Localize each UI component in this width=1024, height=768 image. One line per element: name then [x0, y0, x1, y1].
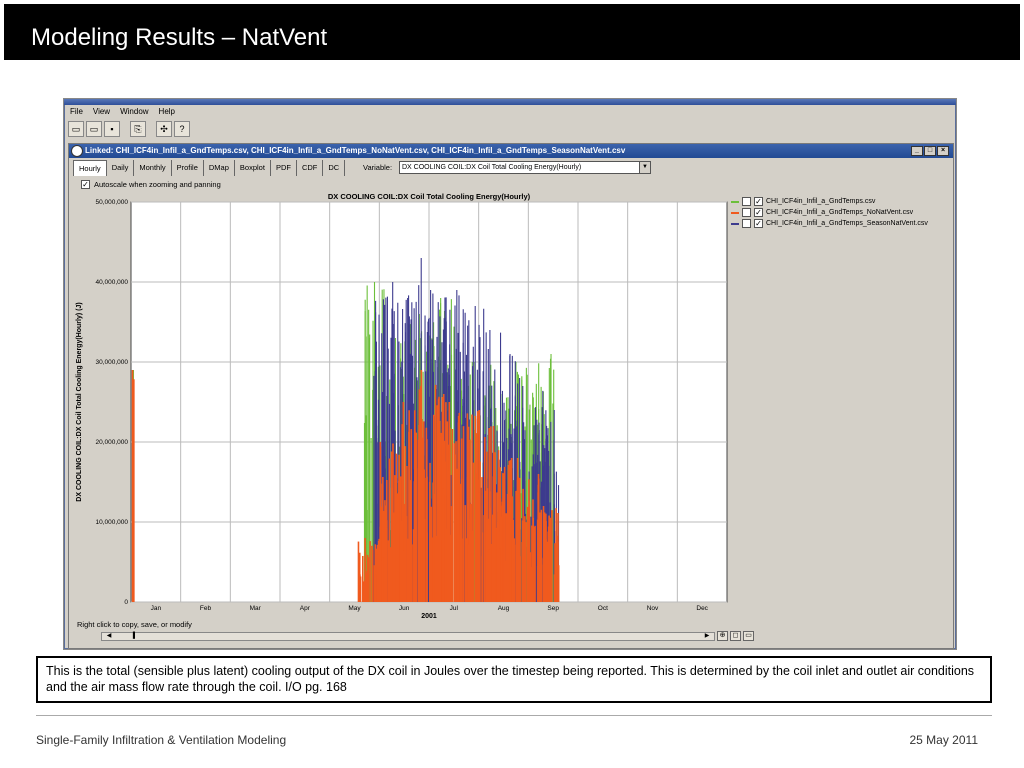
menu-view[interactable]: View	[93, 105, 110, 119]
tab-cdf[interactable]: CDF	[297, 160, 324, 176]
tab-daily[interactable]: Daily	[107, 160, 135, 176]
x-tick-label: Feb	[200, 605, 212, 612]
x-tick-label: Jul	[450, 605, 459, 612]
legend-checkbox[interactable]: ✓	[754, 197, 763, 206]
legend-swatch	[731, 211, 739, 214]
chart-title: DX COOLING COIL:DX Coil Total Cooling En…	[328, 192, 531, 201]
cursor-icon[interactable]: ✣	[156, 121, 172, 137]
zoom-box-icon[interactable]: ◻	[730, 631, 741, 641]
chart-legend: ✓ CHI_ICF4in_Infil_a_GndTemps.csv ✓ CHI_…	[731, 196, 928, 229]
zoom-reset-icon[interactable]: ▭	[743, 631, 754, 641]
legend-visible-checkbox[interactable]	[742, 219, 751, 228]
save-icon[interactable]: ▪	[104, 121, 120, 137]
y-tick-label: 30,000,000	[95, 359, 128, 366]
x-tick-label: Apr	[300, 605, 311, 612]
footer-divider	[36, 715, 992, 716]
x-tick-label: Mar	[250, 605, 262, 612]
y-tick-label: 50,000,000	[95, 199, 128, 206]
status-text: Right click to copy, save, or modify	[77, 620, 192, 629]
y-tick-label: 10,000,000	[95, 519, 128, 526]
tab-hourly[interactable]: Hourly	[73, 160, 107, 176]
autoscale-label: Autoscale when zooming and panning	[94, 180, 221, 189]
slide: Modeling Results – NatVent File View Win…	[0, 0, 1024, 768]
open-linked-icon[interactable]: ▭	[86, 121, 102, 137]
legend-item[interactable]: ✓ CHI_ICF4in_Infil_a_GndTemps.csv	[731, 196, 928, 207]
y-tick-label: 20,000,000	[95, 439, 128, 446]
chart-window: Linked: CHI_ICF4in_Infil_a_GndTemps.csv,…	[68, 143, 954, 649]
y-tick-label: 0	[124, 599, 128, 606]
slide-title: Modeling Results – NatVent	[31, 24, 328, 51]
legend-swatch	[731, 200, 739, 203]
caption-box: This is the total (sensible plus latent)…	[36, 656, 992, 703]
x-tick-label: May	[348, 605, 361, 612]
zoom-tools: ⊕ ◻ ▭	[717, 631, 754, 641]
scroll-right-icon[interactable]: ▶	[702, 633, 712, 640]
chevron-down-icon[interactable]: ▼	[639, 162, 650, 173]
x-tick-label: Jun	[399, 605, 410, 612]
x-tick-label: Nov	[647, 605, 659, 612]
zoom-icon[interactable]: ⊕	[717, 631, 728, 641]
menu-window[interactable]: Window	[120, 105, 148, 119]
legend-checkbox[interactable]: ✓	[754, 219, 763, 228]
chart-window-title: Linked: CHI_ICF4in_Infil_a_GndTemps.csv,…	[69, 144, 953, 158]
legend-label: CHI_ICF4in_Infil_a_GndTemps_SeasonNatVen…	[766, 220, 928, 227]
legend-swatch	[731, 222, 739, 225]
horizontal-scrollbar[interactable]: ◀ ▌ ▶	[101, 632, 715, 641]
tab-profile[interactable]: Profile	[172, 160, 204, 176]
app-title-bar	[64, 99, 956, 105]
x-tick-label: Dec	[696, 605, 708, 612]
x-tick-label: Aug	[498, 605, 510, 612]
slide-title-bar: Modeling Results – NatVent	[4, 4, 1020, 60]
minimize-button[interactable]: _	[911, 146, 923, 156]
menu-bar: File View Window Help	[66, 105, 175, 119]
close-button[interactable]: ×	[937, 146, 949, 156]
footer-left: Single-Family Infiltration & Ventilation…	[36, 733, 287, 747]
variable-label: Variable:	[363, 163, 393, 172]
autoscale-option: ✓ Autoscale when zooming and panning	[81, 180, 221, 189]
toolbar: ▭ ▭ ▪ ⎘ ✣ ?	[68, 121, 190, 139]
variable-select[interactable]: DX COOLING COIL:DX Coil Total Cooling En…	[399, 161, 651, 174]
chart[interactable]: 0 10,000,000 20,000,000 30,000,000 40,000,00…	[69, 190, 953, 618]
tab-dmap[interactable]: DMap	[204, 160, 235, 176]
y-tick-label: 40,000,000	[95, 279, 128, 286]
view-tabs: Hourly Daily Monthly Profile DMap Boxplo…	[73, 160, 346, 176]
y-axis-label: DX COOLING COIL:DX Coil Total Cooling En…	[76, 302, 83, 501]
legend-label: CHI_ICF4in_Infil_a_GndTemps.csv	[766, 198, 876, 205]
app-icon	[71, 145, 83, 157]
footer-date: 25 May 2011	[909, 733, 979, 747]
x-tick-label: Oct	[598, 605, 608, 612]
app-window: File View Window Help ▭ ▭ ▪ ⎘ ✣ ? Linked…	[63, 98, 957, 650]
legend-item[interactable]: ✓ CHI_ICF4in_Infil_a_GndTemps_SeasonNatV…	[731, 218, 928, 229]
chart-window-title-text: Linked: CHI_ICF4in_Infil_a_GndTemps.csv,…	[85, 146, 626, 155]
scroll-thumb-icon[interactable]: ▌	[130, 633, 140, 640]
scroll-left-icon[interactable]: ◀	[104, 633, 114, 640]
window-buttons: _ □ ×	[911, 146, 949, 156]
tab-dc[interactable]: DC	[323, 160, 346, 176]
legend-visible-checkbox[interactable]	[742, 208, 751, 217]
maximize-button[interactable]: □	[924, 146, 936, 156]
help-icon[interactable]: ?	[174, 121, 190, 137]
tab-monthly[interactable]: Monthly	[134, 160, 172, 176]
autoscale-checkbox[interactable]: ✓	[81, 180, 90, 189]
legend-visible-checkbox[interactable]	[742, 197, 751, 206]
x-tick-label: Jan	[151, 605, 162, 612]
variable-select-value: DX COOLING COIL:DX Coil Total Cooling En…	[402, 164, 582, 171]
export-icon[interactable]: ⎘	[130, 121, 146, 137]
x-tick-label: Sep	[547, 605, 559, 612]
menu-help[interactable]: Help	[159, 105, 175, 119]
legend-label: CHI_ICF4in_Infil_a_GndTemps_NoNatVent.cs…	[766, 209, 914, 216]
legend-checkbox[interactable]: ✓	[754, 208, 763, 217]
open-folder-icon[interactable]: ▭	[68, 121, 84, 137]
menu-file[interactable]: File	[70, 105, 83, 119]
legend-item[interactable]: ✓ CHI_ICF4in_Infil_a_GndTemps_NoNatVent.…	[731, 207, 928, 218]
tab-boxplot[interactable]: Boxplot	[235, 160, 271, 176]
tab-pdf[interactable]: PDF	[271, 160, 297, 176]
x-axis-label: 2001	[421, 613, 437, 618]
